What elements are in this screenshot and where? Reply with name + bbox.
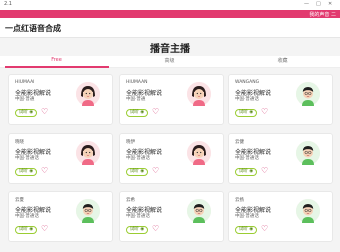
voice-name: 云扬 [235, 198, 244, 203]
heart-icon[interactable]: ♡ [152, 107, 159, 117]
voice-name: HIUMAAN [126, 80, 148, 85]
top-banner: 我的声音 二 [0, 10, 340, 18]
listen-button[interactable]: 试听 ◉ [15, 168, 37, 176]
voice-card[interactable]: HIUMAAN 全能影视解说 中国·普通 试听 ◉ ♡ [119, 74, 224, 125]
listen-button-label: 试听 [129, 169, 139, 174]
voice-name: HIUMAAI [15, 80, 35, 85]
listen-button-label: 试听 [18, 169, 28, 174]
voice-name: 晓伊 [126, 140, 135, 145]
voice-location: 中国·普通话 [15, 156, 39, 161]
my-voice-link[interactable]: 我的声音 二 [309, 11, 336, 18]
voice-location: 中国·普通话 [235, 214, 259, 219]
tab-free[interactable]: Free [0, 57, 113, 63]
page-title: 播音主播 [150, 44, 190, 55]
tab-active-indicator [5, 66, 109, 68]
voice-card[interactable]: WANGANG 全能影视解说 中国·普通话 试听 ◉ ♡ [228, 74, 333, 125]
voice-location: 中国·普通话 [235, 156, 259, 161]
voice-name: 云夏 [15, 198, 24, 203]
voice-name: 晓晓 [15, 140, 24, 145]
heart-icon[interactable]: ♡ [261, 224, 268, 234]
window-title: 2.1 [4, 1, 12, 7]
listen-button[interactable]: 试听 ◉ [235, 109, 257, 117]
voice-card[interactable]: HIUMAAI 全能影视解说 中国·普通 试听 ◉ ♡ [8, 74, 113, 125]
listen-button[interactable]: 试听 ◉ [126, 109, 148, 117]
voice-location: 中国·普通话 [126, 214, 150, 219]
voice-card[interactable]: 云希 全能影视解说 中国·普通话 试听 ◉ ♡ [119, 191, 224, 242]
listen-button-label: 试听 [129, 227, 139, 232]
avatar [76, 82, 100, 106]
listen-button[interactable]: 试听 ◉ [126, 226, 148, 234]
female-avatar-icon [76, 82, 100, 106]
voice-name: 云健 [235, 140, 244, 145]
voice-location: 中国·普通话 [126, 156, 150, 161]
voice-location: 中国·普通 [126, 97, 146, 102]
heart-icon[interactable]: ♡ [152, 166, 159, 176]
listen-button[interactable]: 试听 ◉ [15, 109, 37, 117]
voice-location: 中国·普通话 [15, 214, 39, 219]
listen-button[interactable]: 试听 ◉ [126, 168, 148, 176]
tab-favorites[interactable]: 收藏 [226, 57, 339, 64]
heart-icon[interactable]: ♡ [261, 166, 268, 176]
listen-button-label: 试听 [238, 227, 248, 232]
female-avatar-icon [76, 141, 100, 165]
heart-icon[interactable]: ♡ [41, 224, 48, 234]
maximize-icon[interactable]: □ [316, 1, 321, 7]
voice-card[interactable]: 晓晓 全能影视解说 中国·普通话 试听 ◉ ♡ [8, 133, 113, 184]
male-avatar-icon [296, 82, 320, 106]
female-avatar-icon [187, 82, 211, 106]
heart-icon[interactable]: ♡ [41, 166, 48, 176]
minimize-icon[interactable]: — [304, 1, 309, 7]
tab-premium[interactable]: 高级 [113, 57, 226, 64]
male-avatar-icon [296, 199, 320, 223]
heart-icon[interactable]: ♡ [152, 224, 159, 234]
avatar [296, 82, 320, 106]
heart-icon[interactable]: ♡ [261, 107, 268, 117]
avatar [76, 141, 100, 165]
female-avatar-icon [187, 141, 211, 165]
voice-location: 中国·普通 [15, 97, 35, 102]
app-brand: 一点红语音合成 [5, 24, 61, 33]
avatar [76, 199, 100, 223]
heart-icon[interactable]: ♡ [41, 107, 48, 117]
voice-card[interactable]: 云健 全能影视解说 中国·普通话 试听 ◉ ♡ [228, 133, 333, 184]
listen-button-label: 试听 [18, 110, 28, 115]
close-icon[interactable]: ✕ [328, 1, 332, 7]
listen-button-label: 试听 [18, 227, 28, 232]
voice-name: 云希 [126, 198, 135, 203]
avatar [296, 141, 320, 165]
listen-button[interactable]: 试听 ◉ [235, 168, 257, 176]
avatar [296, 199, 320, 223]
male-avatar-icon [76, 199, 100, 223]
male-avatar-icon [296, 141, 320, 165]
voice-card[interactable]: 晓伊 全能影视解说 中国·普通话 试听 ◉ ♡ [119, 133, 224, 184]
voice-card[interactable]: 云夏 全能影视解说 中国·普通话 试听 ◉ ♡ [8, 191, 113, 242]
app-header: 一点红语音合成 [0, 18, 340, 38]
male-avatar-icon [187, 199, 211, 223]
listen-button-label: 试听 [129, 110, 139, 115]
listen-button[interactable]: 试听 ◉ [15, 226, 37, 234]
voice-card[interactable]: 云扬 全能影视解说 中国·普通话 试听 ◉ ♡ [228, 191, 333, 242]
avatar [187, 82, 211, 106]
window-titlebar: 2.1 — □ ✕ [0, 0, 340, 10]
voice-location: 中国·普通话 [235, 97, 259, 102]
listen-button-label: 试听 [238, 110, 248, 115]
voice-name: WANGANG [235, 80, 260, 85]
listen-button-label: 试听 [238, 169, 248, 174]
avatar [187, 141, 211, 165]
tab-bar: Free 高级 收藏 [0, 56, 340, 68]
avatar [187, 199, 211, 223]
listen-button[interactable]: 试听 ◉ [235, 226, 257, 234]
